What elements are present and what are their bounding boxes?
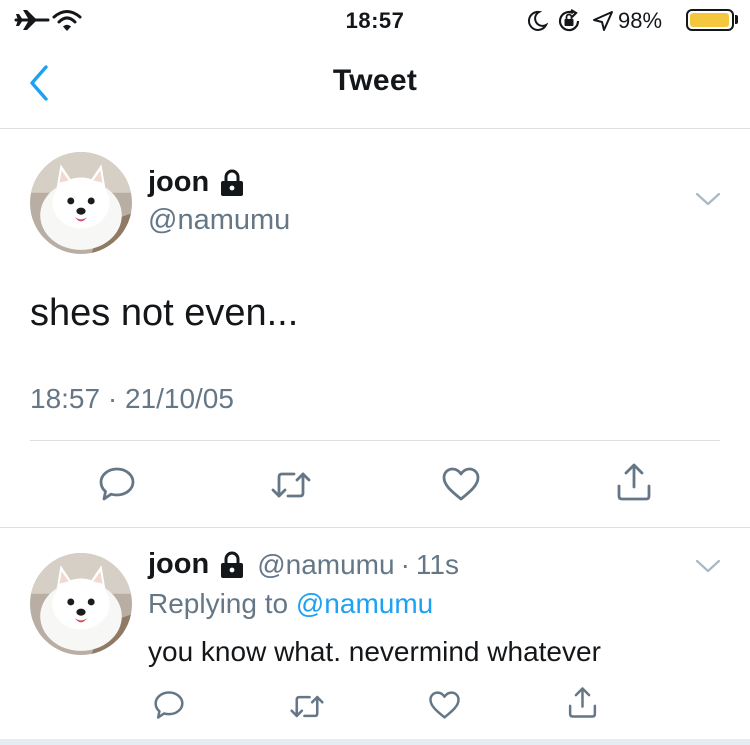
replying-to-line: Replying to @namumu	[148, 588, 433, 620]
author-name[interactable]: joon	[148, 166, 209, 199]
like-icon[interactable]	[428, 690, 461, 720]
orientation-lock-icon	[556, 8, 582, 39]
lock-icon	[219, 169, 245, 197]
battery-nub	[735, 15, 738, 24]
reply-author-line: joon @namumu · 11s	[148, 548, 459, 581]
location-icon	[592, 10, 614, 37]
reply-text: you know what. nevermind whatever	[148, 636, 601, 667]
retweet-icon[interactable]	[289, 692, 325, 721]
tweet-text: shes not even...	[30, 292, 299, 334]
reply-separator: ·	[400, 548, 410, 580]
reply-icon[interactable]	[98, 466, 136, 502]
share-icon[interactable]	[566, 686, 599, 719]
reply-avatar[interactable]	[30, 553, 132, 655]
section-divider	[0, 527, 750, 528]
nav-divider	[0, 128, 750, 129]
bottom-separator	[0, 739, 750, 745]
like-icon[interactable]	[441, 466, 481, 502]
moon-icon	[526, 10, 549, 37]
reply-author-handle[interactable]: @namumu	[257, 549, 394, 581]
reply-icon[interactable]	[153, 690, 185, 720]
share-icon[interactable]	[614, 462, 654, 502]
author-handle[interactable]: @namumu	[148, 204, 290, 237]
avatar[interactable]	[30, 152, 132, 254]
reply-time-ago: 11s	[415, 548, 459, 580]
chevron-down-icon	[694, 192, 722, 212]
replying-prefix: Replying to	[148, 588, 289, 619]
battery-percent: 98%	[618, 8, 663, 33]
battery-fill	[690, 13, 730, 27]
replying-to-handle[interactable]: @namumu	[296, 588, 433, 619]
lock-icon	[219, 551, 245, 579]
author-line: joon	[148, 166, 245, 199]
tweet-timestamp: 18:57 · 21/10/05	[30, 383, 234, 414]
reply-author-name[interactable]: joon	[148, 548, 209, 581]
page-title: Tweet	[332, 64, 418, 97]
reply-menu-button[interactable]	[694, 557, 722, 580]
retweet-icon[interactable]	[270, 468, 312, 502]
tweet-menu-button[interactable]	[694, 190, 722, 213]
battery-icon	[686, 9, 734, 31]
chevron-down-icon	[694, 559, 722, 579]
tweet-divider	[30, 440, 720, 441]
